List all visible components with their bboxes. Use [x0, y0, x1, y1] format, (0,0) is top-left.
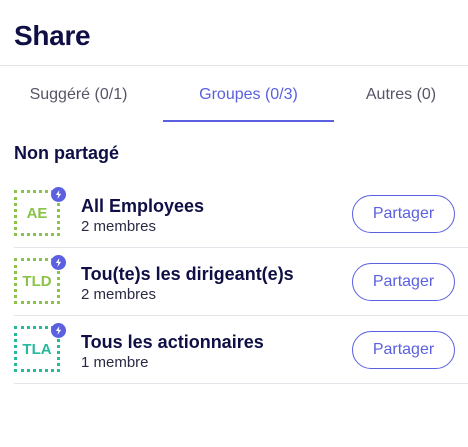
active-tab-indicator [163, 120, 334, 122]
group-name: All Employees [81, 196, 205, 216]
group-name: Tous les actionnaires [81, 332, 264, 352]
share-button[interactable]: Partager [352, 195, 455, 233]
list-item: TLA Tous les actionnaires 1 membre Parta… [14, 316, 468, 384]
share-button[interactable]: Partager [352, 331, 455, 369]
section-title: Non partagé [14, 143, 120, 163]
share-button[interactable]: Partager [352, 263, 455, 301]
lightning-icon [51, 255, 66, 270]
list-item: AE All Employees 2 membres Partager [14, 180, 468, 248]
tab-bar: Suggéré (0/1) Groupes (0/3) Autres (0) [0, 66, 468, 123]
group-members: 2 membres [81, 286, 157, 303]
lightning-icon [51, 323, 66, 338]
list-item: TLD Tou(te)s les dirigeant(e)s 2 membres… [14, 248, 468, 316]
page-title: Share [14, 20, 91, 51]
group-name: Tou(te)s les dirigeant(e)s [81, 264, 294, 284]
group-members: 1 membre [81, 354, 149, 371]
tab-suggested[interactable]: Suggéré (0/1) [0, 66, 157, 123]
lightning-icon [51, 187, 66, 202]
tab-groups[interactable]: Groupes (0/3) [163, 66, 334, 123]
tab-others[interactable]: Autres (0) [334, 66, 468, 123]
header: Share [0, 0, 468, 66]
group-members: 2 membres [81, 218, 157, 235]
